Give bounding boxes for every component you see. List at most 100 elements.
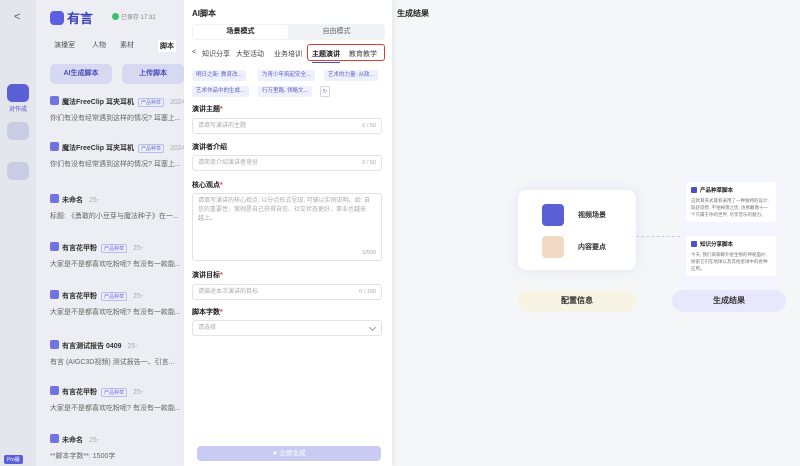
connector-line: [636, 236, 680, 237]
logo-text: 有言: [67, 11, 94, 26]
goal-input[interactable]: 请描述本次演讲的目标 0 / 100: [192, 284, 382, 300]
list-item[interactable]: 有言花甲粉 产品种草 25- 大家是不是都喜欢吃粉呢? 有没有一款能...: [50, 290, 184, 326]
field-label-length: 脚本字数*: [192, 309, 223, 316]
tab-people[interactable]: 人物: [92, 40, 106, 50]
script-icon: [50, 434, 59, 443]
speaker-count: 0 / 50: [362, 160, 376, 166]
list-item-date: 25-: [133, 293, 144, 300]
template-chip[interactable]: 明日之新: 教育改...: [192, 70, 247, 81]
panel-title: AI脚本: [192, 9, 216, 18]
goal-placeholder: 请描述本次演讲的目标: [198, 289, 259, 295]
ai-script-button[interactable]: AI生成脚本: [50, 64, 112, 84]
logo-icon: [50, 11, 64, 25]
template-chip[interactable]: 艺术的力量: 从政...: [324, 70, 379, 81]
video-icon: [7, 122, 29, 140]
list-item-date: 25-: [133, 389, 144, 396]
list-item-title: 魔法FreeClip 耳夹耳机: [62, 145, 134, 152]
refresh-icon[interactable]: ↻: [320, 86, 330, 97]
tab-education[interactable]: 教育教学: [349, 49, 377, 59]
upload-script-button[interactable]: 上传脚本: [122, 64, 184, 84]
points-textarea[interactable]: 请填写演讲的核心观点, 以分点形式呈现, 可辅以实例说明。如: 自信的重要性、案…: [192, 193, 382, 261]
left-rail: < 对作成 Pro版: [0, 0, 36, 466]
rail-item-video[interactable]: [6, 122, 30, 140]
app-root: < 对作成 Pro版 有言 已保存 17:32 演播室 人物 素材 脚本 AI生…: [0, 0, 800, 466]
tab-events[interactable]: 大型活动: [236, 49, 264, 59]
points-count: 0/500: [362, 250, 376, 256]
back-icon[interactable]: <: [14, 11, 20, 23]
generate-label: 立即生成: [279, 450, 306, 457]
script-icon: [50, 386, 59, 395]
list-item-date: 25-: [89, 197, 100, 204]
points-item: 内容要点: [542, 236, 632, 258]
field-label-text: 脚本字数: [192, 309, 220, 316]
tab-script[interactable]: 脚本: [158, 40, 176, 52]
template-chip[interactable]: 艺术作品中的生成...: [192, 86, 249, 97]
list-item-title: 有言花甲粉: [62, 293, 97, 300]
speaker-input[interactable]: 请简单介绍演讲者身份 0 / 50: [192, 155, 382, 171]
list-item-date: 25-: [127, 343, 138, 350]
save-status-text: 已保存 17:32: [121, 15, 156, 21]
field-label-points: 核心观点*: [192, 182, 223, 189]
list-item-tag: 产品种草: [137, 98, 164, 107]
chevron-left-icon[interactable]: <: [192, 49, 196, 56]
list-item-text: 标题: 《勇敢的小豆芽与魔法种子》在一...: [50, 213, 179, 220]
preview-card-title: 知识分享脚本: [700, 242, 734, 248]
document-icon: [691, 187, 697, 193]
list-item[interactable]: 魔法FreeClip 耳夹耳机 产品种草 2024 你们有没有经常遇到这样的情况? 耳…: [50, 142, 186, 178]
scene-item: 视频场景: [542, 204, 632, 226]
preview-card: 知识分享脚本 今天, 我们来聊聊外星生物的神秘面纱, 探索它们在地球以及其他星球…: [686, 236, 776, 276]
template-chip[interactable]: 为青少年筑起安全...: [258, 70, 315, 81]
rail-item-settings[interactable]: [6, 162, 30, 180]
list-item-title: 未命名: [62, 437, 83, 444]
list-item[interactable]: 有言花甲粉 产品种草 25- 大家是不是都喜欢吃粉呢? 有没有一款能...: [50, 386, 184, 422]
tab-assets[interactable]: 素材: [120, 40, 134, 50]
list-item-title: 有言花甲粉: [62, 245, 97, 252]
length-placeholder: 请选择: [198, 325, 217, 331]
list-item[interactable]: 未命名 25- 标题: 《勇敢的小豆芽与魔法种子》在一...: [50, 194, 184, 230]
list-item[interactable]: 有言花甲粉 产品种草 25- 大家是不是都喜欢吃粉呢? 有没有一款能...: [50, 242, 184, 278]
list-item-text: 大家是不是都喜欢吃粉呢? 有没有一款能...: [50, 405, 181, 412]
list-item-date: 25-: [89, 437, 100, 444]
send-icon: ➤: [272, 450, 280, 457]
config-info-label: 配置信息: [518, 290, 636, 312]
topic-input[interactable]: 请填写演讲的主题 0 / 50: [192, 118, 382, 134]
tab-keynote[interactable]: 主题演讲: [312, 49, 340, 63]
list-item-title: 魔法FreeClip 耳夹耳机: [62, 99, 134, 106]
list-item[interactable]: 魔法FreeClip 耳夹耳机 产品种草 2024 你们有没有经常遇到这样的情况? 耳…: [50, 96, 186, 132]
list-item[interactable]: 未命名 25- **脚本字数**: 1500字: [50, 434, 184, 466]
mode-scene-button[interactable]: 场景模式: [193, 25, 288, 39]
field-label-topic: 演讲主题*: [192, 106, 223, 113]
result-label: 生成结果: [672, 290, 786, 312]
mode-free-button[interactable]: 自由模式: [289, 25, 384, 39]
tab-knowledge[interactable]: 知识分享: [202, 49, 230, 59]
script-icon: [50, 242, 59, 251]
version-badge: Pro版: [4, 455, 23, 464]
tab-studio[interactable]: 演播室: [54, 40, 75, 50]
list-item-tag: 产品种草: [101, 388, 128, 397]
preview-card-body: 今天, 我们来聊聊外星生物的神秘面纱, 探索它们在地球以及其他星球中的各种应用。: [691, 252, 768, 271]
rail-item-create[interactable]: 对作成: [6, 84, 30, 113]
result-preview: 产品种草脚本 这款耳夹式耳机采用了一种独特的设计, 既舒适稳, 不怕掉落之忧, …: [680, 176, 780, 292]
config-illustration: 视频场景 内容要点: [518, 190, 636, 270]
text-icon: [542, 236, 564, 258]
template-chip[interactable]: 行万里路, 领略文...: [258, 86, 313, 97]
preview-card: 产品种草脚本 这款耳夹式耳机采用了一种独特的设计, 既舒适稳, 不怕掉落之忧, …: [686, 182, 776, 222]
preview-card-body: 这款耳夹式耳机采用了一种独特的设计, 既舒适稳, 不怕掉落之忧, 仿佛戴像十一个…: [691, 198, 769, 217]
topic-count: 0 / 50: [362, 123, 376, 129]
preview-card-title: 产品种草脚本: [700, 188, 734, 194]
generate-button[interactable]: ➤ 立即生成: [197, 446, 381, 461]
list-item[interactable]: 有言测试报告 0409 25- 有言 (AIGC3D视频) 测试报告一、引言...: [50, 340, 184, 376]
app-logo: 有言: [50, 8, 93, 27]
list-item-text: 你们有没有经常遇到这样的情况? 耳塞上...: [50, 115, 181, 122]
list-item-tag: 产品种草: [101, 244, 128, 253]
video-scene-icon: [542, 204, 564, 226]
field-label-text: 核心观点: [192, 182, 220, 189]
field-label-text: 演讲者介绍: [192, 144, 227, 151]
list-item-tag: 产品种草: [101, 292, 128, 301]
result-title: 生成结果: [397, 9, 429, 18]
length-select[interactable]: 请选择: [192, 320, 382, 336]
saved-icon: [112, 13, 119, 20]
ai-script-panel: AI脚本 场景模式 自由模式 < 知识分享 大型活动 业务培训 主题演讲 教育教…: [184, 0, 392, 466]
rail-item-label: 对作成: [8, 107, 27, 113]
tab-training[interactable]: 业务培训: [274, 49, 302, 59]
